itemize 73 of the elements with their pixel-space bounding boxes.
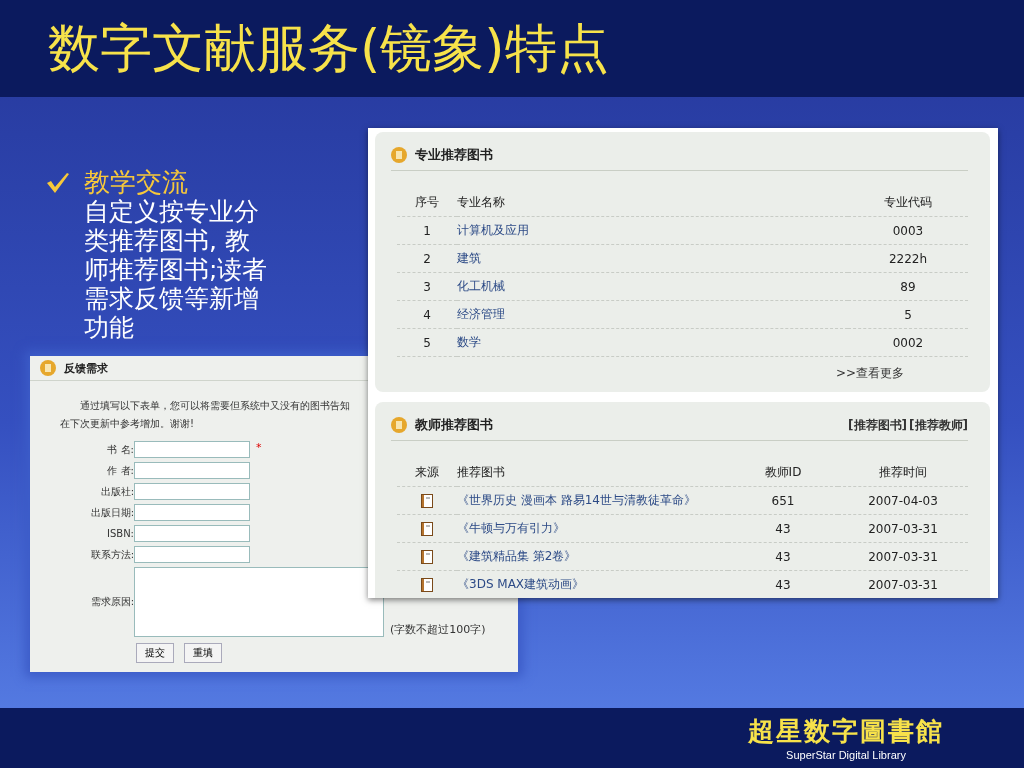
reset-button[interactable]: 重填 xyxy=(184,643,222,663)
field-label: 联系方法: xyxy=(89,547,134,562)
table-cell: 43 xyxy=(728,515,838,543)
text-field[interactable] xyxy=(134,441,250,458)
table-cell: 1 xyxy=(397,217,457,245)
table-cell: 5 xyxy=(397,329,457,357)
field-label: ISBN: xyxy=(106,528,134,539)
panel-title: 反馈需求 xyxy=(64,360,108,376)
column-header: 推荐时间 xyxy=(838,459,968,487)
header-link[interactable]: [推荐图书] xyxy=(848,416,908,434)
bullet-text: 自定义按专业分类推荐图书, 教师推荐图书;读者需求反馈等新增功能 xyxy=(84,197,269,342)
book-link[interactable]: 《世界历史 漫画本 路易14世与清教徒革命》 xyxy=(457,487,728,515)
text-field[interactable] xyxy=(134,462,250,479)
intro-text: 通过填写以下表单，您可以将需要但系统中又没有的图书告知 xyxy=(79,399,350,413)
text-field[interactable] xyxy=(134,546,250,563)
major-link[interactable]: 建筑 xyxy=(457,245,848,273)
text-field[interactable] xyxy=(134,483,250,500)
table-cell: 43 xyxy=(728,543,838,571)
text-area[interactable] xyxy=(134,567,384,637)
logo-text: 超星数字圖書館 xyxy=(748,715,944,748)
panel-title: 教师推荐图书 xyxy=(415,416,493,434)
bullet-heading: 教学交流 xyxy=(84,167,189,197)
intro-text: 在下次更新中参考增加。谢谢! xyxy=(59,417,194,431)
table-cell: 2222h xyxy=(848,245,968,273)
column-header: 专业代码 xyxy=(848,189,968,217)
book-icon xyxy=(421,493,433,508)
submit-button[interactable]: 提交 xyxy=(136,643,174,663)
major-link[interactable]: 数学 xyxy=(457,329,848,357)
field-label: 出版日期: xyxy=(89,505,134,520)
book-icon xyxy=(421,521,433,536)
text-field[interactable] xyxy=(134,504,250,521)
table-cell: 0003 xyxy=(848,217,968,245)
list-icon xyxy=(391,417,407,433)
list-icon xyxy=(391,147,407,163)
table-cell: 2007-03-31 xyxy=(838,515,968,543)
slide-title: 数字文献服务(镜象)特点 xyxy=(48,16,609,80)
major-link[interactable]: 计算机及应用 xyxy=(457,217,848,245)
table-cell: 89 xyxy=(848,273,968,301)
table-cell: 2007-03-31 xyxy=(838,571,968,598)
table-cell: 4 xyxy=(397,301,457,329)
field-label: 作 者: xyxy=(106,463,134,478)
column-header: 教师ID xyxy=(728,459,838,487)
length-note: (字数不超过100字) xyxy=(390,622,486,637)
table-cell: 0002 xyxy=(848,329,968,357)
table-cell: 2 xyxy=(397,245,457,273)
table-cell: 5 xyxy=(848,301,968,329)
book-link[interactable]: 《牛顿与万有引力》 xyxy=(457,515,728,543)
logo-subtitle: SuperStar Digital Library xyxy=(786,749,906,761)
column-header: 来源 xyxy=(397,459,457,487)
field-label: 书 名: xyxy=(106,442,134,457)
book-icon xyxy=(421,549,433,564)
field-label: 需求原因: xyxy=(89,595,134,609)
list-icon xyxy=(40,360,56,376)
header-link[interactable]: [推荐教师] xyxy=(909,416,968,434)
field-label: 出版社: xyxy=(99,484,134,499)
column-header: 序号 xyxy=(397,189,457,217)
major-link[interactable]: 经济管理 xyxy=(457,301,848,329)
column-header: 推荐图书 xyxy=(457,459,728,487)
book-link[interactable]: 《3DS MAX建筑动画》 xyxy=(457,571,728,598)
book-link[interactable]: 《建筑精品集 第2卷》 xyxy=(457,543,728,571)
table-cell: 43 xyxy=(728,571,838,598)
table-cell: 3 xyxy=(397,273,457,301)
column-header: 专业名称 xyxy=(457,189,848,217)
text-field[interactable] xyxy=(134,525,250,542)
major-link[interactable]: 化工机械 xyxy=(457,273,848,301)
more-link[interactable]: >>查看更多 xyxy=(391,357,968,382)
table-cell: 2007-04-03 xyxy=(838,487,968,515)
table-cell: 2007-03-31 xyxy=(838,543,968,571)
panel-title: 专业推荐图书 xyxy=(415,146,493,164)
required-mark: * xyxy=(256,441,262,454)
table-cell: 651 xyxy=(728,487,838,515)
book-icon xyxy=(421,577,433,592)
checkmark-icon xyxy=(46,171,70,195)
